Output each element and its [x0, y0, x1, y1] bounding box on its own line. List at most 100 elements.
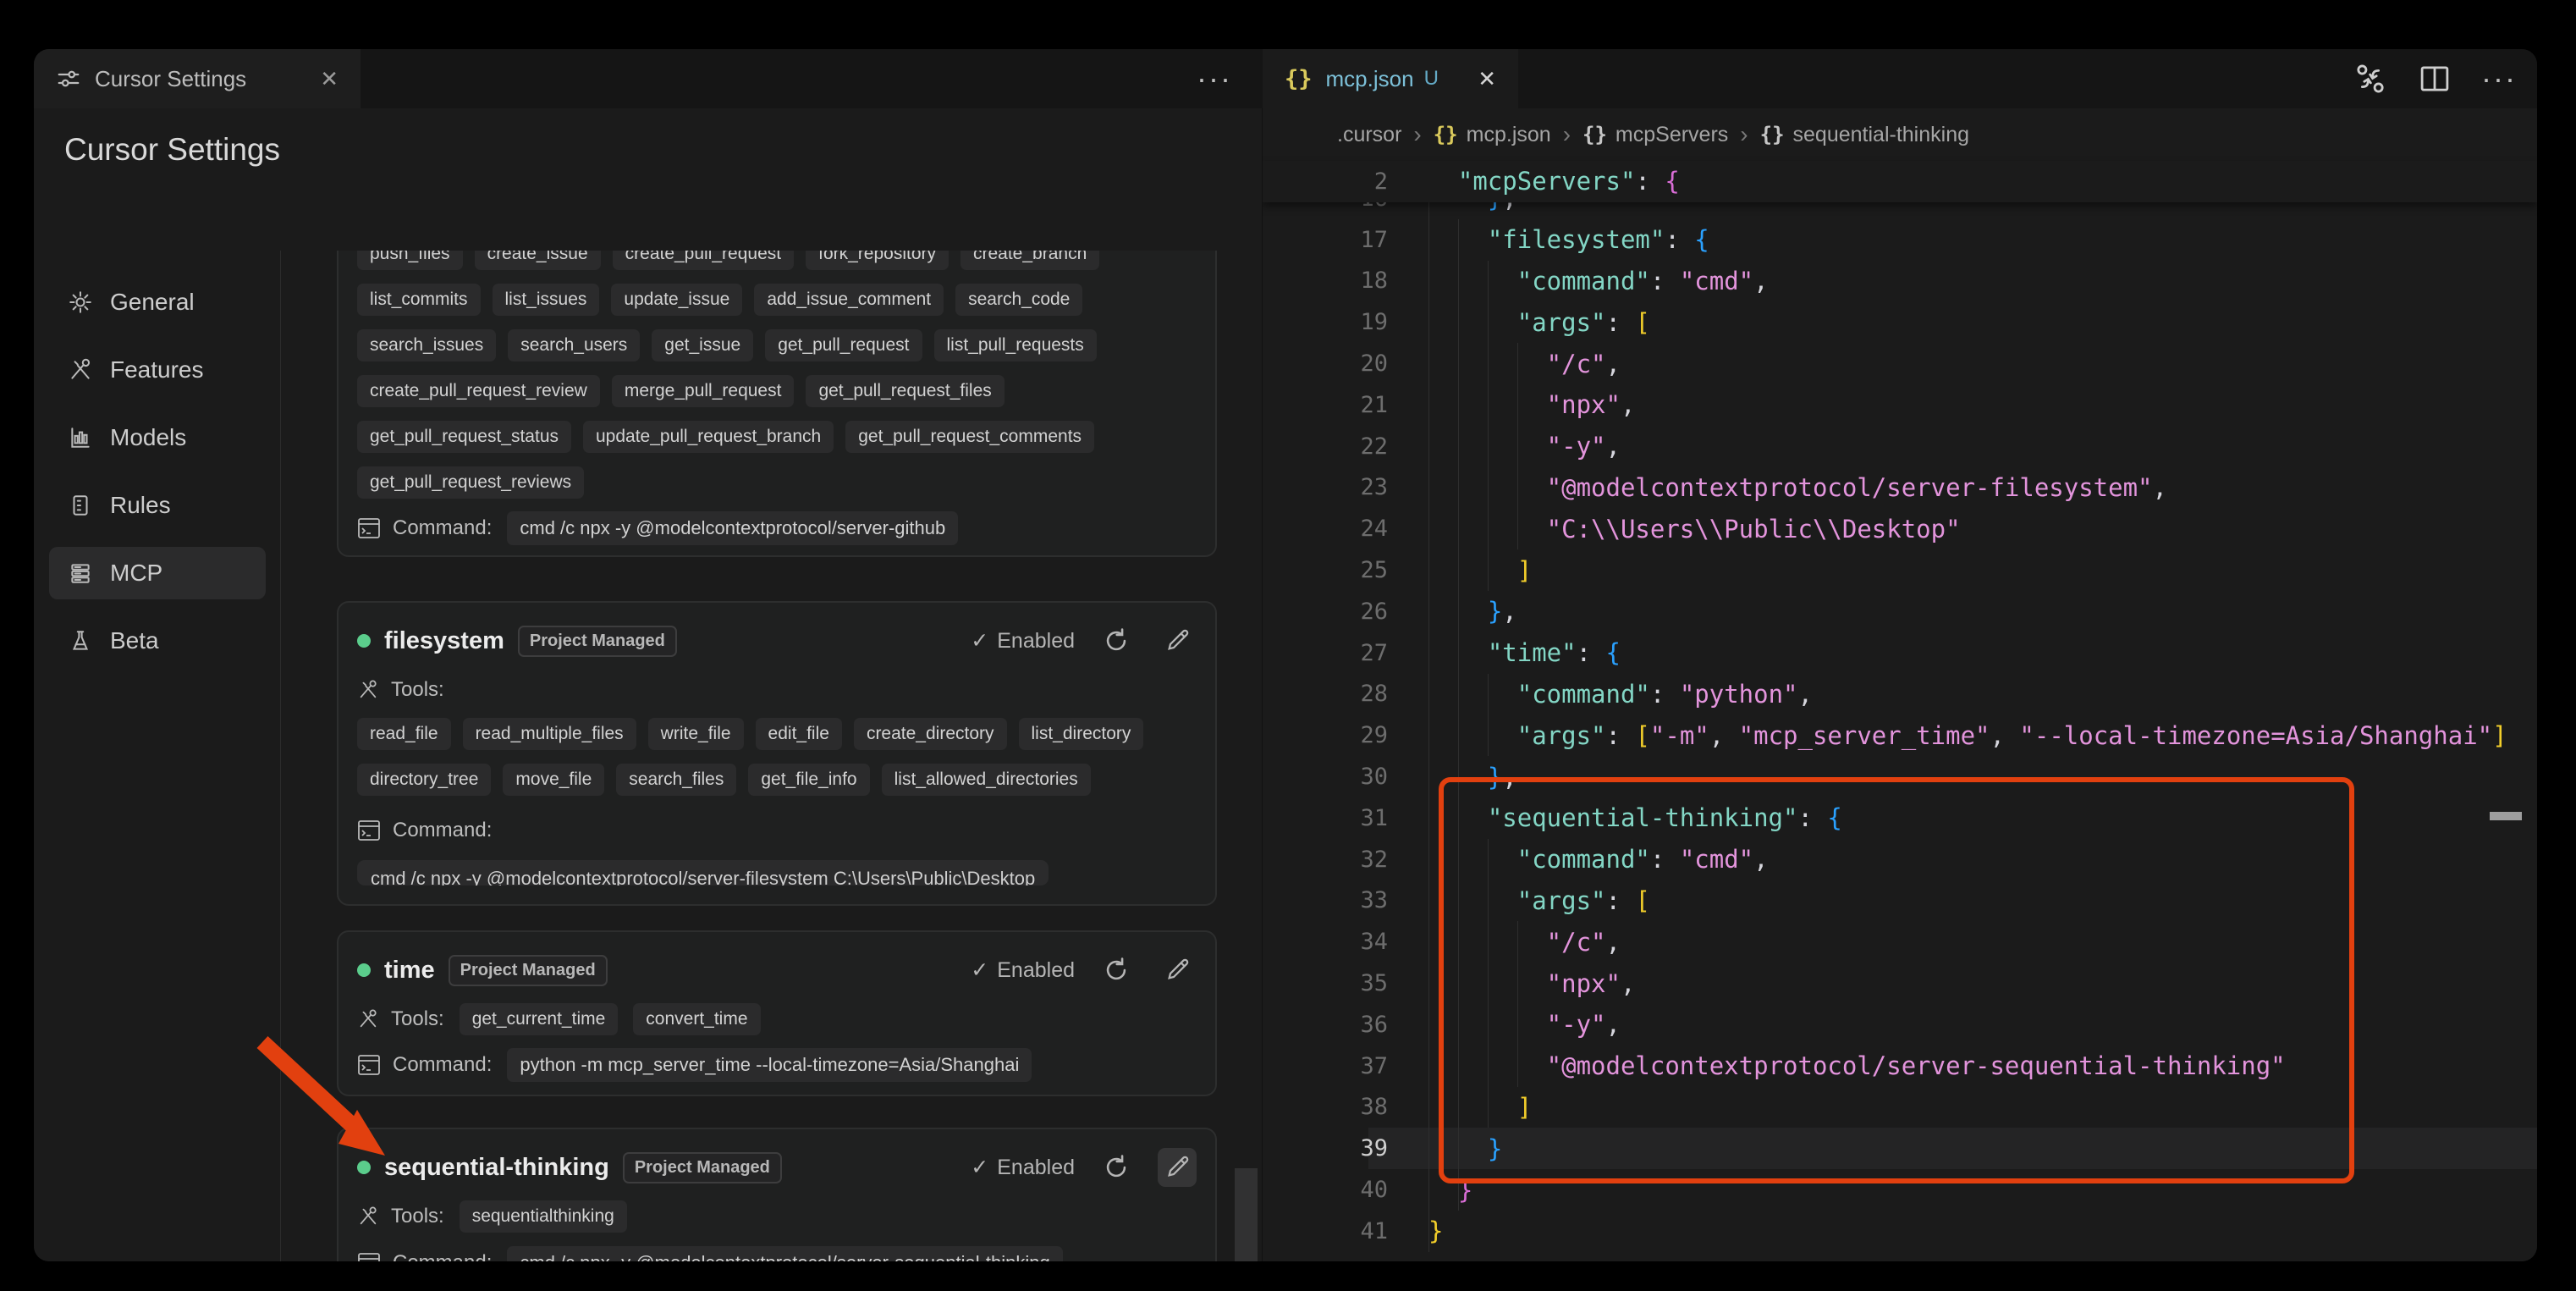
breadcrumb-item[interactable]: {}mcp.json: [1434, 123, 1551, 147]
line-number: 36: [1263, 1012, 1388, 1038]
edit-button[interactable]: [1158, 621, 1197, 660]
code-area[interactable]: 16},17"filesystem": {18"command": "cmd",…: [1263, 202, 2537, 1261]
tab-label: mcp.json: [1326, 66, 1414, 92]
tool-chip: update_pull_request_branch: [583, 421, 834, 453]
sidebar-item-general[interactable]: General: [49, 276, 266, 328]
tool-chip-row: push_filescreate_issuecreate_pull_reques…: [357, 251, 1197, 270]
refresh-icon[interactable]: [1102, 626, 1131, 655]
tool-chip: merge_pull_request: [612, 375, 795, 407]
tools-chips: read_fileread_multiple_fileswrite_fileed…: [357, 718, 1197, 809]
sidebar-item-label: Features: [110, 356, 204, 383]
sidebar-item-label: Rules: [110, 492, 171, 519]
gear-icon: [68, 290, 93, 315]
edit-pencil-icon[interactable]: [1164, 957, 1191, 984]
edit-pencil-icon[interactable]: [1164, 1154, 1191, 1181]
scrollbar-thumb[interactable]: [1235, 1168, 1258, 1261]
tool-chip: convert_time: [633, 1003, 760, 1035]
json-file-icon: {}: [1285, 66, 1313, 92]
tool-chip: get_pull_request_status: [357, 421, 571, 453]
code-line-19: 19"args": [: [1263, 301, 2537, 343]
code-line-38: 38]: [1263, 1087, 2537, 1128]
refresh-icon[interactable]: [1102, 956, 1131, 985]
tools-icon: [357, 1008, 379, 1030]
tools-label: Tools:: [391, 678, 444, 702]
code-line-17: 17"filesystem": {: [1263, 219, 2537, 261]
tool-chip: list_issues: [493, 284, 600, 316]
line-number: 23: [1263, 474, 1388, 500]
code-text: ]: [1428, 556, 1532, 585]
fold-marker[interactable]: [2490, 812, 2522, 820]
breadcrumb-label: mcpServers: [1616, 123, 1728, 147]
open-changes-icon[interactable]: [2353, 61, 2388, 97]
tool-chip: edit_file: [756, 718, 842, 750]
code-text: "npx",: [1428, 969, 1635, 998]
line-number: 33: [1263, 887, 1388, 913]
line-number: 19: [1263, 309, 1388, 335]
tool-chip: add_issue_comment: [754, 284, 944, 316]
line-number: 37: [1263, 1053, 1388, 1079]
command-label: Command:: [393, 819, 492, 842]
line-number: 40: [1263, 1177, 1388, 1203]
line-number: 17: [1263, 227, 1388, 253]
code-text: "-y",: [1428, 432, 1621, 461]
tool-chip: list_commits: [357, 284, 481, 316]
refresh-button[interactable]: [1097, 1148, 1136, 1187]
close-icon[interactable]: ✕: [320, 66, 339, 92]
code-line-39: 39}: [1263, 1128, 2537, 1169]
sidebar-item-models[interactable]: Models: [49, 411, 266, 464]
terminal-icon: [357, 1054, 381, 1076]
sidebar-item-features[interactable]: Features: [49, 344, 266, 396]
line-number: 41: [1263, 1218, 1388, 1244]
code-line-26: 26},: [1263, 591, 2537, 632]
json-symbol-icon: {}: [1434, 123, 1458, 146]
refresh-icon[interactable]: [1102, 1153, 1131, 1182]
code-line-37: 37"@modelcontextprotocol/server-sequenti…: [1263, 1045, 2537, 1087]
split-editor-icon[interactable]: [2417, 61, 2452, 97]
tab-cursor-settings[interactable]: Cursor Settings ✕: [34, 49, 361, 108]
sticky-scroll-line: 2"mcpServers": {: [1263, 161, 2537, 202]
line-number: 34: [1263, 929, 1388, 955]
code-line-16: 16},: [1263, 202, 2537, 219]
breadcrumb-item[interactable]: {}mcpServers: [1582, 123, 1728, 147]
tool-chip: search_files: [616, 764, 736, 796]
refresh-button[interactable]: [1097, 621, 1136, 660]
sidebar-item-rules[interactable]: Rules: [49, 479, 266, 532]
sidebar-item-mcp[interactable]: MCP: [49, 547, 266, 599]
server-actions: ✓Enabled: [971, 951, 1197, 990]
tools-row: Tools:: [357, 674, 1197, 706]
code-line-28: 28"command": "python",: [1263, 674, 2537, 715]
server-title-row: timeProject Managed✓Enabled: [357, 951, 1197, 990]
tool-chip-row: directory_treemove_filesearch_filesget_f…: [357, 764, 1197, 796]
refresh-button[interactable]: [1097, 951, 1136, 990]
terminal-icon: [357, 517, 381, 539]
sidebar-item-label: Beta: [110, 627, 159, 654]
edit-button[interactable]: [1158, 951, 1197, 990]
enabled-toggle[interactable]: ✓Enabled: [971, 628, 1075, 654]
code-line-25: 25]: [1263, 549, 2537, 591]
breadcrumb-item[interactable]: .cursor: [1337, 123, 1401, 147]
enabled-toggle[interactable]: ✓Enabled: [971, 1155, 1075, 1180]
tool-chip: search_issues: [357, 329, 496, 361]
more-actions-icon[interactable]: ···: [2481, 49, 2517, 108]
enabled-toggle[interactable]: ✓Enabled: [971, 957, 1075, 983]
edit-button[interactable]: [1158, 1148, 1197, 1187]
line-number: 39: [1263, 1135, 1388, 1161]
command-label: Command:: [393, 1251, 492, 1261]
settings-sidebar: General Features Models Rules MCP Beta: [49, 276, 266, 667]
tab-mcp-json[interactable]: {} mcp.json U ✕: [1263, 49, 1518, 108]
status-dot: [357, 634, 371, 648]
breadcrumb-item[interactable]: {}sequential-thinking: [1760, 123, 1969, 147]
editor-group-more-icon[interactable]: ···: [1197, 49, 1232, 108]
tool-chip: get_issue: [652, 329, 753, 361]
tools-row: Tools:get_current_timeconvert_time: [357, 1003, 1197, 1035]
sidebar-item-beta[interactable]: Beta: [49, 615, 266, 667]
tools-icon: [357, 679, 379, 701]
line-number: 18: [1263, 268, 1388, 294]
sidebar-item-label: MCP: [110, 560, 162, 587]
edit-pencil-icon[interactable]: [1164, 627, 1191, 654]
line-number: 22: [1263, 433, 1388, 460]
code-text: }: [1428, 1176, 1472, 1205]
breadcrumb-separator-icon: ›: [1413, 121, 1421, 148]
code-text: "/c",: [1428, 350, 1621, 378]
close-icon[interactable]: ✕: [1478, 66, 1496, 92]
